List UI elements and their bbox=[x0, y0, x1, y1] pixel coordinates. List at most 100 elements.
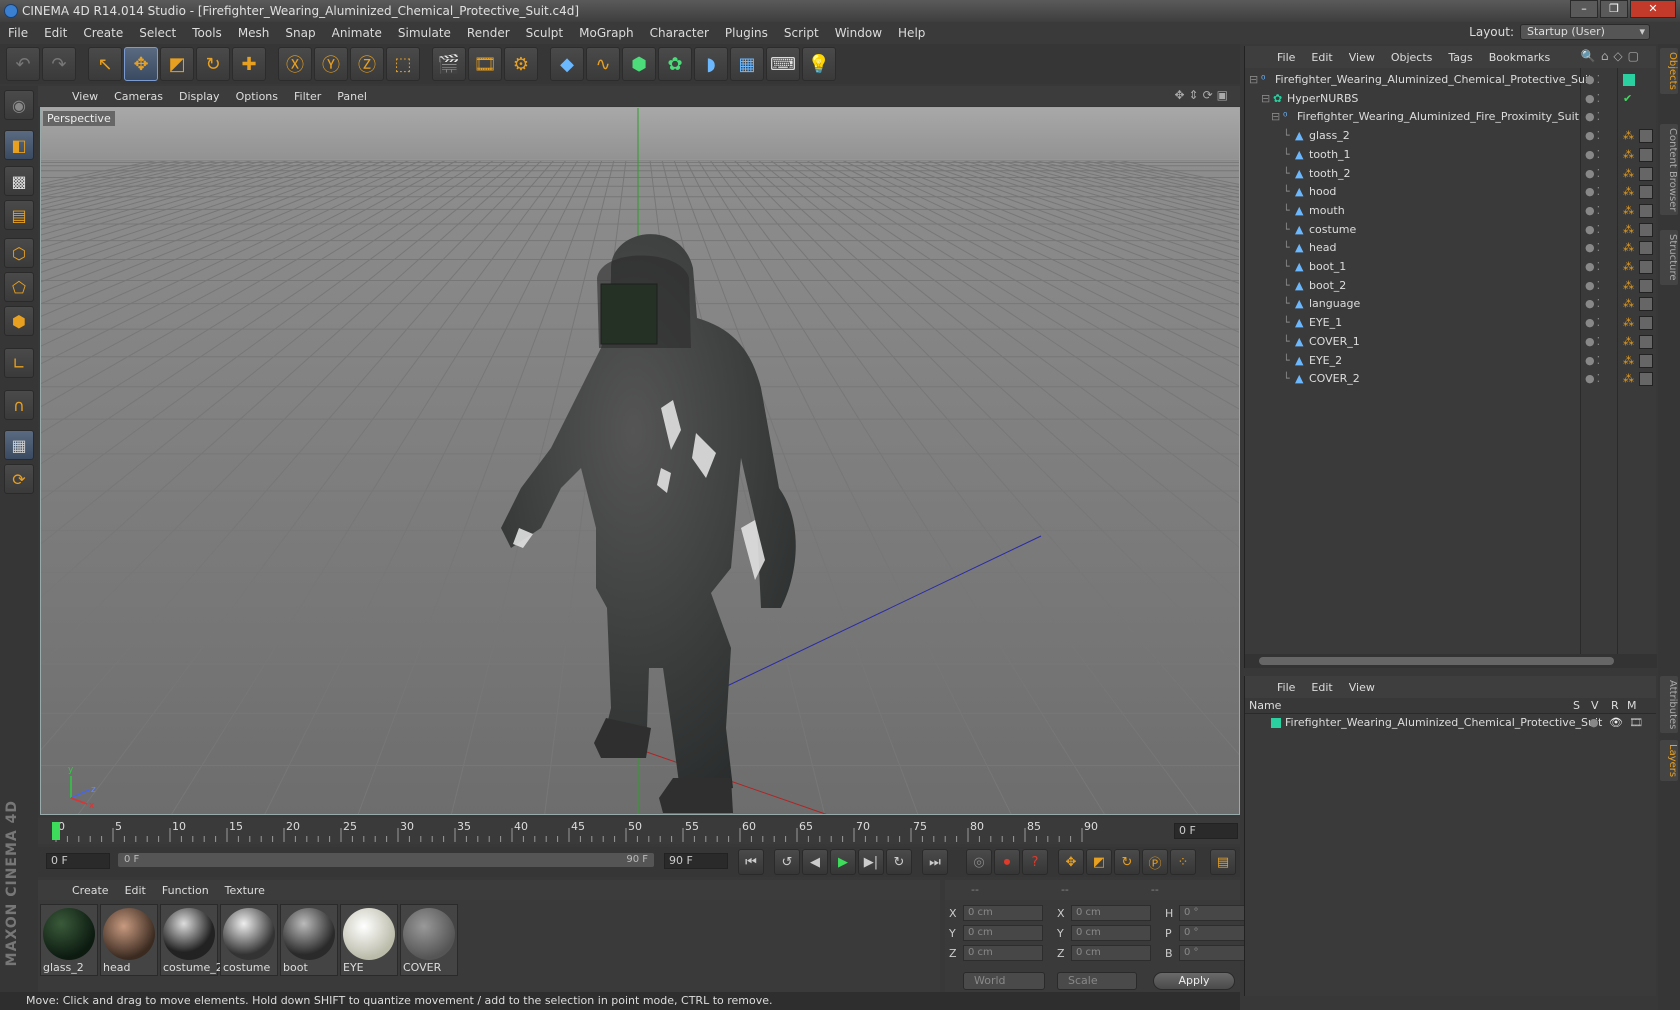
close-button[interactable]: ✕ bbox=[1630, 0, 1676, 18]
visibility-dots-icon[interactable]: ●⁚ bbox=[1585, 182, 1602, 202]
start-frame-field[interactable]: 0 F bbox=[46, 853, 110, 869]
object-menu-objects[interactable]: Objects bbox=[1383, 51, 1441, 64]
floor-icon[interactable]: ▦ bbox=[730, 47, 764, 81]
coord-field[interactable]: 0 cm bbox=[963, 905, 1043, 921]
material-menu-create[interactable]: Create bbox=[64, 884, 117, 897]
key-pla-icon[interactable]: ⁘ bbox=[1170, 849, 1196, 875]
object-manager-tools-icons[interactable]: 🔍⌂◇▢ bbox=[1573, 49, 1652, 63]
enabled-check-icon[interactable]: ✔ bbox=[1623, 89, 1635, 105]
visibility-dots-icon[interactable]: ●⁚ bbox=[1585, 70, 1602, 90]
texture-tag-icon[interactable] bbox=[1639, 222, 1653, 237]
material-menu-function[interactable]: Function bbox=[154, 884, 217, 897]
workplane-mode-icon[interactable]: ▤ bbox=[4, 200, 34, 230]
material-swatch-boot[interactable]: boot bbox=[280, 904, 338, 976]
object-tree-row[interactable]: └ ▲ hood ●⁚ ⁂ bbox=[1245, 182, 1657, 202]
phong-tag-icon[interactable]: ⁂ bbox=[1623, 238, 1635, 254]
tab-objects[interactable]: Objects bbox=[1660, 48, 1678, 94]
phong-tag-icon[interactable]: ⁂ bbox=[1623, 164, 1635, 180]
visibility-dots-icon[interactable]: ●⁚ bbox=[1585, 126, 1602, 146]
render-settings-icon[interactable]: ⚙ bbox=[504, 47, 538, 81]
key-position-icon[interactable]: ✥ bbox=[1058, 849, 1084, 875]
tab-layers[interactable]: Layers bbox=[1660, 740, 1678, 782]
y-axis-lock-icon[interactable]: Ⓨ bbox=[314, 47, 348, 81]
coord-field[interactable]: 0 cm bbox=[1071, 905, 1151, 921]
visibility-dots-icon[interactable]: ●⁚ bbox=[1585, 164, 1602, 184]
key-parameter-icon[interactable]: Ⓟ bbox=[1142, 849, 1168, 875]
phong-tag-icon[interactable]: ⁂ bbox=[1623, 182, 1635, 198]
material-menu-edit[interactable]: Edit bbox=[117, 884, 154, 897]
restore-button[interactable]: ❐ bbox=[1600, 0, 1628, 18]
tab-attributes[interactable]: Attributes bbox=[1660, 676, 1678, 734]
material-swatch-cover[interactable]: COVER bbox=[400, 904, 458, 976]
viewport-navigation-icons[interactable]: ✥⇕⟳▣ bbox=[1174, 88, 1232, 102]
undo-icon[interactable]: ↶ bbox=[6, 47, 40, 81]
rotate-tool-icon[interactable]: ↻ bbox=[196, 47, 230, 81]
texture-tag-icon[interactable] bbox=[1639, 147, 1653, 162]
tree-expander-icon[interactable]: └ bbox=[1283, 238, 1290, 258]
material-swatch-glass_2[interactable]: glass_2 bbox=[40, 904, 98, 976]
texture-tag-icon[interactable] bbox=[1639, 260, 1653, 274]
workplane-lock-icon[interactable]: ▦ bbox=[4, 430, 34, 460]
texture-tag-icon[interactable] bbox=[1639, 316, 1653, 331]
live-selection-icon[interactable]: ↖ bbox=[88, 47, 122, 81]
snapping-icon[interactable]: ∩ bbox=[4, 390, 34, 420]
tree-expander-icon[interactable]: └ bbox=[1283, 164, 1290, 184]
menu-render[interactable]: Render bbox=[459, 22, 518, 44]
layout-dropdown[interactable]: Startup (User) bbox=[1520, 24, 1650, 40]
texture-tag-icon[interactable] bbox=[1639, 353, 1653, 368]
next-frame-icon[interactable]: ▶| bbox=[858, 849, 884, 875]
tree-expander-icon[interactable]: └ bbox=[1283, 257, 1290, 277]
spline-icon[interactable]: ∿ bbox=[586, 47, 620, 81]
points-mode-icon[interactable]: ⬡ bbox=[4, 238, 34, 268]
layer-visible-icon[interactable]: 👁 bbox=[1609, 714, 1623, 732]
tree-expander-icon[interactable]: ⊟ bbox=[1271, 107, 1280, 127]
phong-tag-icon[interactable]: ⁂ bbox=[1623, 126, 1635, 142]
texture-tag-icon[interactable] bbox=[1639, 129, 1653, 144]
end-frame-field[interactable]: 90 F bbox=[664, 853, 728, 869]
tree-expander-icon[interactable]: └ bbox=[1283, 182, 1290, 202]
tab-structure[interactable]: Structure bbox=[1660, 230, 1678, 285]
menu-file[interactable]: File bbox=[0, 22, 36, 44]
texture-tag-icon[interactable] bbox=[1639, 166, 1653, 181]
previous-frame-icon[interactable]: ◀ bbox=[802, 849, 828, 875]
camera-icon[interactable]: ⌨ bbox=[766, 47, 800, 81]
menu-help[interactable]: Help bbox=[890, 22, 933, 44]
coordinate-space-dropdown[interactable]: World bbox=[963, 972, 1045, 990]
next-key-icon[interactable]: ↻ bbox=[886, 849, 912, 875]
object-tree-row[interactable]: └ ▲ head ●⁚ ⁂ bbox=[1245, 238, 1657, 258]
timeline-ruler[interactable]: 0 5 10 15 20 25 30 35 40 45 50 55 60 65 70 75 80 85 90 0 F bbox=[38, 818, 1240, 844]
layer-row[interactable]: Firefighter_Wearing_Aluminized_Chemical_… bbox=[1245, 714, 1656, 732]
add-object-icon[interactable]: ✚ bbox=[232, 47, 266, 81]
render-view-icon[interactable]: 🎬 bbox=[432, 47, 466, 81]
object-menu-edit[interactable]: Edit bbox=[1303, 51, 1340, 64]
coordinate-system-icon[interactable]: ⬚ bbox=[386, 47, 420, 81]
visibility-dots-icon[interactable]: ●⁚ bbox=[1585, 238, 1602, 258]
visibility-dots-icon[interactable]: ●⁚ bbox=[1585, 276, 1602, 296]
object-tree-row[interactable]: └ ▲ boot_1 ●⁚ ⁂ bbox=[1245, 257, 1657, 277]
polygons-mode-icon[interactable]: ⬢ bbox=[4, 306, 34, 336]
coord-field[interactable]: 0 cm bbox=[963, 945, 1043, 961]
visibility-dots-icon[interactable]: ●⁚ bbox=[1585, 201, 1602, 221]
previous-key-icon[interactable]: ↺ bbox=[774, 849, 800, 875]
menu-tools[interactable]: Tools bbox=[184, 22, 230, 44]
visibility-dots-icon[interactable]: ●⁚ bbox=[1585, 369, 1602, 389]
texture-tag-icon[interactable] bbox=[1639, 372, 1653, 387]
go-to-start-icon[interactable]: ⏮ bbox=[738, 849, 764, 875]
phong-tag-icon[interactable]: ⁂ bbox=[1623, 257, 1635, 273]
object-tree-row[interactable]: └ ▲ mouth ●⁚ ⁂ bbox=[1245, 201, 1657, 221]
tree-expander-icon[interactable]: └ bbox=[1283, 369, 1290, 389]
axis-mode-icon[interactable]: ∟ bbox=[4, 348, 34, 378]
object-tree-row[interactable]: └ ▲ COVER_2 ●⁚ ⁂ bbox=[1245, 369, 1657, 389]
light-icon[interactable]: 💡 bbox=[802, 47, 836, 81]
tree-expander-icon[interactable]: └ bbox=[1283, 332, 1290, 352]
z-axis-lock-icon[interactable]: Ⓩ bbox=[350, 47, 384, 81]
material-menu-texture[interactable]: Texture bbox=[217, 884, 273, 897]
viewport-menu-cameras[interactable]: Cameras bbox=[106, 90, 171, 103]
cube-primitive-icon[interactable]: ◆ bbox=[550, 47, 584, 81]
move-tool-icon[interactable]: ✥ bbox=[124, 47, 158, 81]
menu-create[interactable]: Create bbox=[75, 22, 131, 44]
timeline-icon[interactable]: ▤ bbox=[1210, 849, 1236, 875]
autokey-icon[interactable]: ⏺ bbox=[994, 849, 1020, 875]
viewport-menu-display[interactable]: Display bbox=[171, 90, 228, 103]
viewport-menu-options[interactable]: Options bbox=[228, 90, 286, 103]
